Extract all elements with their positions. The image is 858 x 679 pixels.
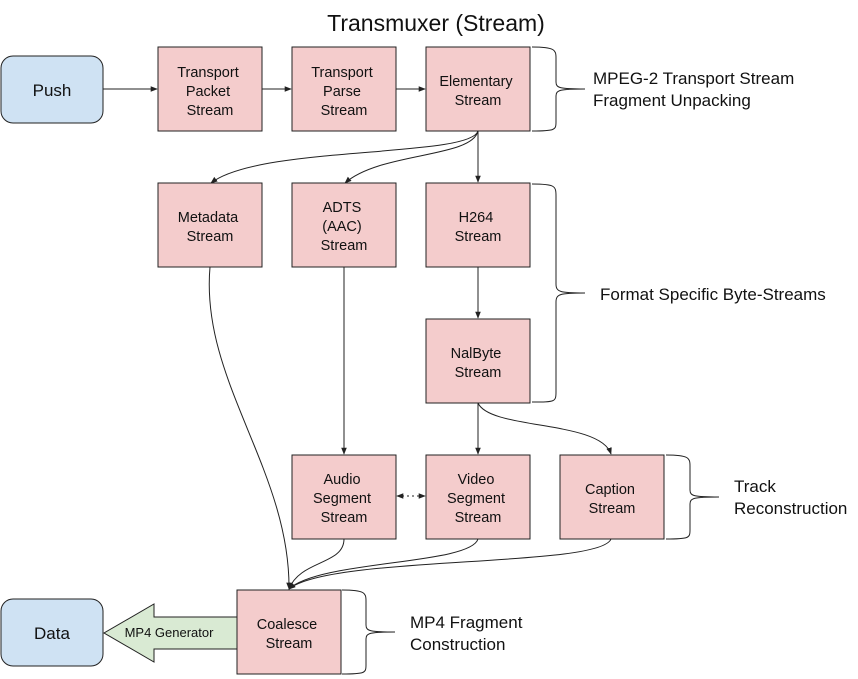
node-push-label: Push [33,81,72,100]
edge-caption-to-coalesce [288,538,612,590]
node-data-label: Data [34,624,70,643]
node-data: Data [0,598,104,667]
edge-nalbyte-to-caption [477,402,612,455]
transmuxer-diagram: Transmuxer (Stream) Push Data MP4 Genera… [0,10,847,675]
group-label-fragment: MP4 Fragment Construction [410,613,527,654]
brace-byte-streams [531,183,586,403]
edge-metadata-to-coalesce [208,266,292,590]
brace-track [665,454,720,540]
brace-fragment [341,589,396,675]
edge-elementary-to-adts [344,130,479,184]
group-label-unpacking: MPEG-2 Transport Stream Fragment Unpacki… [593,69,799,110]
group-label-byte-streams: Format Specific Byte-Streams [600,285,826,304]
mp4-generator-label: MP4 Generator [125,625,215,640]
node-transport-packet-label: Transport Packet Stream [177,65,243,119]
node-push: Push [0,55,104,124]
node-adts-label: ADTS (AAC) Stream [321,200,368,254]
group-label-track: Track Reconstruction [734,477,847,518]
brace-unpacking [531,46,586,132]
edge-elementary-to-metadata [210,130,479,184]
edge-audio-segment-to-coalesce [288,538,345,590]
diagram-title: Transmuxer (Stream) [327,10,545,36]
mp4-generator-arrow: MP4 Generator [103,603,238,663]
